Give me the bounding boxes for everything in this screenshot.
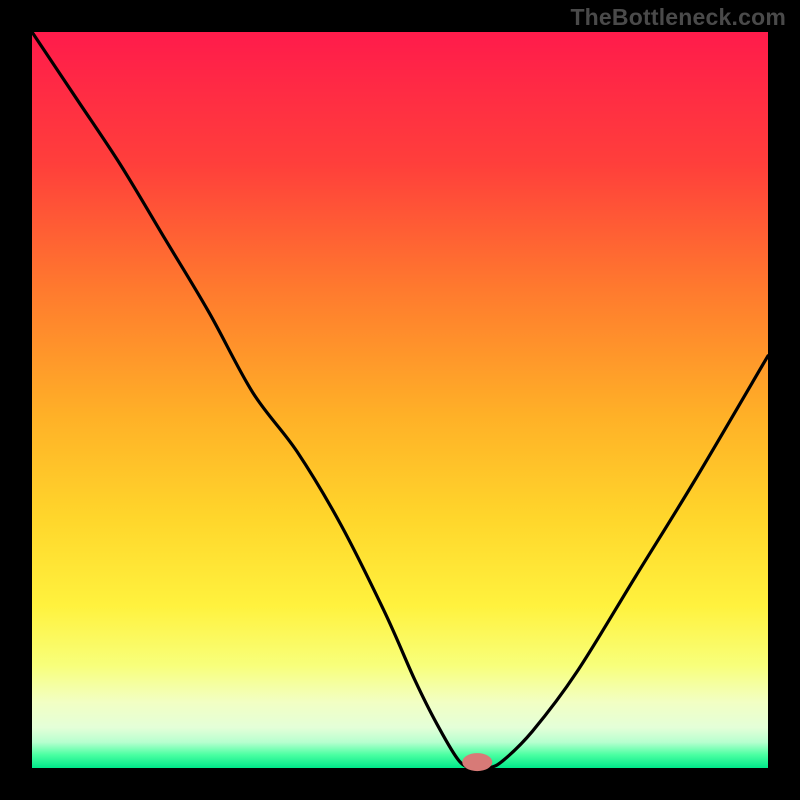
chart-frame: TheBottleneck.com [0, 0, 800, 800]
watermark-text: TheBottleneck.com [570, 4, 786, 31]
gradient-background [32, 32, 768, 768]
bottleneck-plot [0, 0, 800, 800]
optimum-marker [462, 753, 492, 771]
